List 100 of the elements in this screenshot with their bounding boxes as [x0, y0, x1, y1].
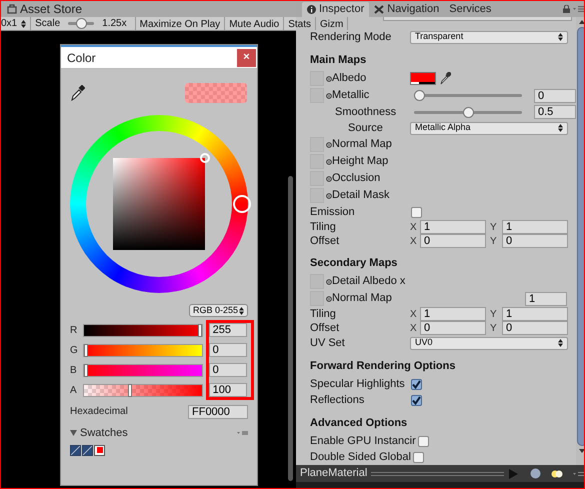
axis-label: Y: [490, 234, 498, 248]
property-label: Detail Mask: [332, 188, 390, 204]
section-label: Swatches: [80, 426, 128, 441]
slider[interactable]: [414, 106, 522, 118]
color-swatch[interactable]: [410, 72, 436, 85]
number-field[interactable]: 1: [525, 292, 567, 306]
updown-icon: [558, 33, 563, 41]
channel-slider[interactable]: [82, 344, 203, 356]
number-field[interactable]: 0: [420, 234, 486, 248]
sphere-icon[interactable]: [530, 468, 541, 479]
checkbox[interactable]: [412, 452, 424, 462]
target-icon[interactable]: [326, 296, 332, 302]
menu-icon[interactable]: [573, 470, 584, 476]
number-field[interactable]: 0.5: [534, 105, 576, 119]
property-label: Offset: [310, 320, 340, 336]
number-field[interactable]: 0: [208, 343, 248, 357]
slider[interactable]: [414, 90, 522, 101]
target-icon[interactable]: [326, 278, 332, 284]
preset-swatch[interactable]: [82, 444, 93, 456]
preview-title: PlaneMaterial: [300, 466, 368, 482]
dropdown[interactable]: Transparent: [410, 30, 568, 44]
slider-handle[interactable]: [76, 18, 87, 29]
property-label: Occlusion: [332, 171, 380, 186]
lock-icon[interactable]: [563, 5, 570, 13]
property-label: Offset: [310, 234, 340, 249]
section-header: Forward Rendering Options: [310, 358, 456, 374]
checkbox[interactable]: [418, 436, 429, 446]
picker-handle[interactable]: [200, 153, 210, 163]
channel-label: R: [70, 324, 78, 338]
number-field[interactable]: 0: [534, 88, 576, 102]
number-field[interactable]: 1: [420, 220, 486, 234]
updown-icon: [558, 124, 563, 132]
slider-handle[interactable]: [84, 344, 88, 356]
property-label: Smoothness: [335, 104, 396, 120]
channel-slider[interactable]: [82, 384, 203, 396]
axis-label: X: [410, 220, 418, 234]
scrollbar[interactable]: [288, 176, 293, 481]
menu-icon[interactable]: [573, 6, 584, 12]
tab[interactable]: Navigation: [369, 2, 444, 17]
slider-handle[interactable]: [414, 90, 425, 101]
property-label: Detail Albedo x: [332, 274, 406, 290]
property-label: Source: [347, 120, 383, 136]
updown-icon: [21, 20, 26, 28]
target-icon[interactable]: [326, 76, 332, 82]
number-field[interactable]: 1: [502, 220, 568, 234]
slider[interactable]: [68, 18, 94, 29]
slider-handle[interactable]: [128, 384, 132, 396]
target-icon[interactable]: [326, 192, 332, 198]
axis-label: X: [410, 308, 418, 322]
slider-handle[interactable]: [84, 364, 88, 376]
property-label: Albedo: [332, 71, 366, 86]
tab[interactable]: Services: [444, 2, 496, 17]
number-field[interactable]: 0: [502, 321, 568, 335]
number-field[interactable]: 100: [208, 383, 248, 397]
mode-dropdown[interactable]: RGB 0-255: [189, 304, 248, 317]
target-icon[interactable]: [326, 158, 332, 164]
property-label: Metallic: [332, 88, 370, 104]
property-label: Double Sided Global: [310, 450, 411, 465]
target-icon[interactable]: [326, 176, 332, 182]
number-field[interactable]: 1: [502, 307, 568, 321]
scroll-down-icon[interactable]: [579, 449, 584, 453]
property-label: Normal Map: [332, 291, 392, 306]
scrollbar-thumb[interactable]: [577, 27, 584, 446]
color-preview: [185, 83, 247, 103]
target-icon[interactable]: [326, 92, 332, 98]
tab[interactable]: Inspector: [302, 2, 370, 17]
updown-icon: [558, 339, 563, 347]
number-field[interactable]: 0: [502, 234, 568, 248]
preset-swatch[interactable]: [94, 444, 105, 456]
eyedropper-icon[interactable]: [440, 72, 451, 85]
eyedropper-icon[interactable]: [71, 85, 85, 101]
number-field[interactable]: 1: [420, 307, 486, 321]
hue-handle[interactable]: [233, 195, 251, 213]
toolbar-button[interactable]: Maximize On Play: [136, 17, 226, 30]
dropdown[interactable]: UV0: [410, 336, 568, 350]
number-field[interactable]: 255: [208, 323, 248, 337]
preset-swatch[interactable]: [70, 444, 81, 456]
number-field[interactable]: 0: [420, 321, 486, 335]
channel-slider[interactable]: [82, 364, 203, 376]
aspect-dropdown[interactable]: 0x1: [1, 17, 32, 30]
number-field[interactable]: 0: [208, 363, 248, 377]
slider-handle[interactable]: [198, 324, 202, 336]
property-label: Tiling: [310, 306, 336, 322]
checkbox[interactable]: [411, 378, 422, 390]
target-icon[interactable]: [326, 142, 332, 148]
close-button[interactable]: ×: [237, 48, 256, 66]
window-title: Color: [67, 50, 96, 66]
checkbox[interactable]: [411, 206, 422, 218]
property-label: Height Map: [332, 154, 388, 170]
scroll-up-icon[interactable]: [579, 20, 584, 24]
hex-field[interactable]: FF0000: [188, 404, 248, 418]
toolbar-button[interactable]: Mute Audio: [225, 17, 284, 30]
saturation-value-square[interactable]: [113, 158, 205, 250]
dropdown[interactable]: Metallic Alpha: [410, 122, 568, 134]
checkbox[interactable]: [411, 394, 422, 406]
slider-handle[interactable]: [462, 106, 474, 118]
menu-icon[interactable]: [237, 430, 248, 436]
axis-label: Y: [490, 322, 498, 336]
channel-slider[interactable]: [82, 324, 203, 336]
caret-icon[interactable]: [70, 430, 77, 436]
